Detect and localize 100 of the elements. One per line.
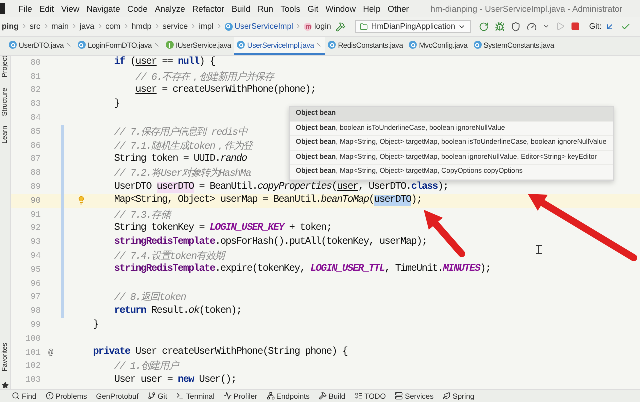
pulse-icon xyxy=(224,392,232,400)
code-line: } xyxy=(113,98,120,110)
line-number: 83 xyxy=(30,99,41,110)
line-number: 101 xyxy=(24,348,41,358)
menu-item[interactable]: Other xyxy=(384,4,413,14)
line-number: 86 xyxy=(30,140,41,151)
breadcrumb-item[interactable]: main xyxy=(50,22,71,31)
line-number: 95 xyxy=(30,264,41,275)
menu-item[interactable]: File xyxy=(15,4,36,14)
breadcrumb-item[interactable]: java xyxy=(78,22,97,31)
line-number: 98 xyxy=(30,306,41,316)
code-line: stringRedisTemplate.opsForHash().putAll(tokenKey, userMap); xyxy=(113,236,428,248)
menu-item[interactable]: Code xyxy=(124,4,152,14)
menu-item[interactable]: Help xyxy=(360,4,384,14)
line-number: 90 xyxy=(30,196,41,206)
code-line: } xyxy=(92,320,99,331)
chevron-icon xyxy=(122,23,130,30)
code-line: // 1.创建用户 xyxy=(113,360,178,374)
breadcrumb-item[interactable]: impl xyxy=(197,22,216,31)
window-title: hm-dianping - UserServiceImpl.java - Administrator xyxy=(430,4,623,14)
code-line: stringRedisTemplate.expire(tokenKey, LOGIN_USER_TTL, TimeUnit.MINUTES); xyxy=(113,264,491,276)
line-number: 87 xyxy=(30,154,41,164)
network-icon xyxy=(266,392,275,400)
hammer-icon xyxy=(318,392,327,400)
terminal-icon xyxy=(176,392,184,400)
line-number: 88 xyxy=(30,168,41,178)
line-number: 93 xyxy=(30,237,41,248)
close-icon[interactable] xyxy=(316,42,322,48)
chevron-icon xyxy=(216,23,223,30)
gauge-icon[interactable] xyxy=(527,22,538,32)
interface-icon xyxy=(166,41,174,49)
code-line: // 8.返回token xyxy=(113,290,186,304)
line-number: 92 xyxy=(30,223,41,234)
menu-item[interactable]: Window xyxy=(322,4,360,14)
hammer-icon[interactable] xyxy=(336,22,346,32)
breadcrumb-item[interactable]: UserServiceImpl xyxy=(222,22,296,31)
menu-item[interactable]: Run xyxy=(254,4,278,14)
arrow-icon[interactable] xyxy=(604,22,615,32)
menu-item[interactable]: Edit xyxy=(36,4,58,14)
chevron-icon xyxy=(70,23,78,30)
gutter-mark: @ xyxy=(48,348,54,358)
chevron-icon xyxy=(96,23,104,30)
menu-item[interactable]: Tools xyxy=(277,4,304,14)
star-icon xyxy=(2,382,8,389)
menu-item[interactable]: Analyze xyxy=(151,4,189,14)
shield-icon[interactable] xyxy=(511,22,522,32)
menu-item[interactable]: View xyxy=(58,4,84,14)
code-line: // 7.保存用户信息到 redis中 xyxy=(113,126,248,139)
code-line: if (user == null) { xyxy=(113,57,216,68)
code-line: UserDTO userDTO = BeanUtil.copyProperties(user, UserDTO.class); xyxy=(113,182,448,193)
code-line: // 7.4.设置token有效期 xyxy=(113,250,225,264)
class-icon xyxy=(409,41,418,49)
close-icon[interactable] xyxy=(66,42,72,48)
chevron-icon xyxy=(154,23,161,30)
code-line: return Result.ok(token); xyxy=(113,306,242,317)
rerun-icon[interactable] xyxy=(479,22,490,32)
bug-icon[interactable] xyxy=(495,22,506,32)
menu-item[interactable]: Navigate xyxy=(83,4,124,14)
code-line: user = createUserWithPhone(phone); xyxy=(134,84,316,96)
class-icon xyxy=(328,41,336,49)
line-number: 99 xyxy=(30,320,41,330)
menu-item[interactable]: Git xyxy=(304,4,322,14)
line-number: 94 xyxy=(30,251,41,262)
chevron-icon xyxy=(190,23,198,30)
line-number: 100 xyxy=(24,334,41,344)
code-line: // 7.3.存储 xyxy=(113,208,170,222)
arrow xyxy=(424,210,466,258)
class-icon xyxy=(78,41,86,49)
app-logo-icon xyxy=(0,3,5,14)
line-number: 84 xyxy=(30,113,41,124)
git-label: Git: xyxy=(589,22,602,31)
class-icon xyxy=(237,41,246,49)
run-config-dropdown[interactable]: HmDianPingApplication xyxy=(355,20,472,33)
search-icon xyxy=(12,392,20,400)
alert-icon xyxy=(46,392,54,400)
code-line: // 6.不存在，创建新用户并保存 xyxy=(134,70,274,84)
line-number: 97 xyxy=(30,292,41,302)
breadcrumb-item[interactable]: hmdp xyxy=(130,22,154,31)
breadcrumb-item[interactable]: service xyxy=(160,22,190,31)
breadcrumb-item[interactable]: com xyxy=(104,22,123,31)
chevron-icon xyxy=(42,23,50,30)
menu-item[interactable]: Build xyxy=(228,4,254,14)
menu-item[interactable]: Refactor xyxy=(188,4,228,14)
breadcrumb-item[interactable]: src xyxy=(28,22,43,31)
code-line: String token = UUID.rando xyxy=(113,154,247,165)
lightbulb-icon[interactable] xyxy=(77,196,86,205)
close-icon[interactable] xyxy=(154,42,160,48)
breadcrumb-item[interactable]: ping xyxy=(0,22,21,31)
stop-icon[interactable] xyxy=(571,22,580,31)
caret-icon[interactable] xyxy=(543,23,550,30)
check-icon[interactable] xyxy=(620,22,631,32)
code-line: String tokenKey = LOGIN_USER_KEY + token; xyxy=(113,222,332,234)
class-icon xyxy=(474,41,482,49)
line-number: 102 xyxy=(24,361,41,372)
list-icon xyxy=(354,392,363,400)
chevron-icon xyxy=(295,23,302,30)
class-icon xyxy=(224,22,233,30)
breadcrumb-item[interactable]: login xyxy=(302,22,334,31)
method-icon xyxy=(304,22,312,30)
line-number: 91 xyxy=(30,210,41,220)
